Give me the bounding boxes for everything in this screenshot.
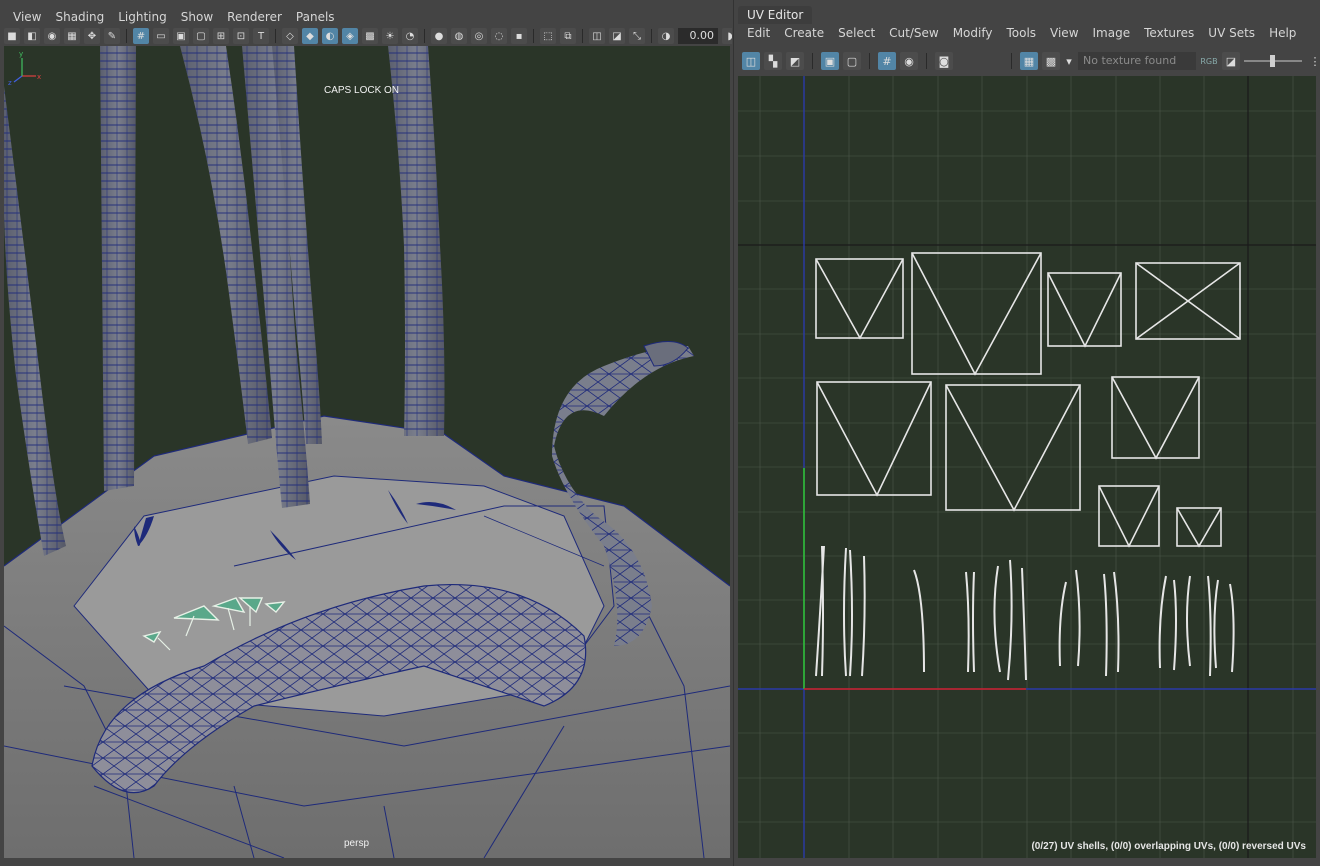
scene-render	[4, 46, 730, 858]
exposure-field[interactable]: 0.00	[678, 28, 718, 44]
film-gate-icon[interactable]: ▭	[153, 28, 169, 44]
uv-menu-image[interactable]: Image	[1086, 26, 1138, 40]
texture-dropdown[interactable]: No texture found	[1078, 52, 1196, 70]
xray-joints-icon[interactable]: ◫	[589, 28, 605, 44]
uv-editor-panel: UV Editor Edit Create Select Cut/Sew Mod…	[736, 0, 1320, 866]
menu-panels[interactable]: Panels	[289, 10, 342, 24]
depth-of-field-icon[interactable]: ◌	[491, 28, 507, 44]
uv-component-icon[interactable]: ▚	[764, 52, 782, 70]
select-camera-icon[interactable]: ■	[4, 28, 20, 44]
xray-icon[interactable]: ⧉	[560, 28, 576, 44]
camera-name-label: persp	[344, 838, 370, 849]
uv-layout	[738, 76, 1316, 858]
uv-image-display-icon[interactable]: ▦	[1020, 52, 1038, 70]
isolate-select-icon[interactable]: ⬚	[540, 28, 556, 44]
uv-texture-borders-icon[interactable]: ▢	[843, 52, 861, 70]
uv-menu-modify[interactable]: Modify	[946, 26, 1000, 40]
motion-blur-icon[interactable]: ◍	[451, 28, 467, 44]
smooth-shade-icon[interactable]: ◆	[302, 28, 318, 44]
safe-title-icon[interactable]: T	[253, 28, 269, 44]
use-all-lights-icon[interactable]: ☀	[382, 28, 398, 44]
gamma-icon[interactable]: ◗	[722, 28, 732, 44]
menu-view[interactable]: View	[6, 10, 48, 24]
uv-menu-cut-sew[interactable]: Cut/Sew	[882, 26, 946, 40]
viewport-panel: View Shading Lighting Show Renderer Pane…	[0, 0, 734, 866]
xray-active-icon[interactable]: ◪	[609, 28, 625, 44]
image-plane-icon[interactable]: ▦	[64, 28, 80, 44]
caps-lock-indicator: CAPS LOCK ON	[324, 85, 400, 96]
uv-menu-tools[interactable]: Tools	[999, 26, 1043, 40]
grease-pencil-icon[interactable]: ✎	[104, 28, 120, 44]
menu-renderer[interactable]: Renderer	[220, 10, 289, 24]
chevron-down-icon[interactable]: ▾	[1064, 52, 1074, 70]
svg-text:y: y	[19, 50, 23, 58]
uv-status-readout: (0/27) UV shells, (0/0) overlapping UVs,…	[1031, 841, 1306, 852]
uv-grid-icon[interactable]: #	[878, 52, 896, 70]
menu-lighting[interactable]: Lighting	[111, 10, 174, 24]
uv-checker-icon[interactable]: ▩	[1042, 52, 1060, 70]
exposure-icon[interactable]: ◑	[658, 28, 674, 44]
field-chart-icon[interactable]: ⊞	[213, 28, 229, 44]
uv-editor-tab[interactable]: UV Editor	[738, 6, 813, 24]
uv-shell-mode-icon[interactable]: ◫	[742, 52, 760, 70]
brightness-slider[interactable]	[1244, 52, 1302, 70]
camera-attributes-icon[interactable]: ◧	[24, 28, 40, 44]
perspective-viewport[interactable]: CAPS LOCK ON persp x y z	[4, 46, 730, 858]
shadows-icon[interactable]: ◔	[402, 28, 418, 44]
svg-text:x: x	[37, 73, 41, 81]
uv-menu-textures[interactable]: Textures	[1137, 26, 1201, 40]
uv-editor-titlebar: UV Editor	[738, 6, 1318, 24]
uv-menu-help[interactable]: Help	[1262, 26, 1303, 40]
screen-space-ao-icon[interactable]: ●	[431, 28, 447, 44]
uv-menu-select[interactable]: Select	[831, 26, 882, 40]
grid-icon[interactable]: #	[133, 28, 149, 44]
wireframe-icon[interactable]: ◇	[282, 28, 298, 44]
two-d-pan-icon[interactable]: ✥	[84, 28, 100, 44]
uv-menu-uv-sets[interactable]: UV Sets	[1201, 26, 1262, 40]
rgb-channels-icon[interactable]: RGB	[1200, 52, 1218, 70]
uv-shaded-icon[interactable]: ▣	[821, 52, 839, 70]
uv-canvas[interactable]: (0/27) UV shells, (0/0) overlapping UVs,…	[738, 76, 1316, 858]
uv-menu-edit[interactable]: Edit	[740, 26, 777, 40]
panel-more-icon[interactable]: ⋮	[1306, 52, 1320, 70]
axis-gizmo-icon: x y z	[8, 50, 41, 86]
backface-icon[interactable]: ⤡	[629, 28, 645, 44]
hud-toggle-icon[interactable]: ▪	[511, 28, 527, 44]
resolution-gate-icon[interactable]: ▣	[173, 28, 189, 44]
anti-aliasing-icon[interactable]: ◎	[471, 28, 487, 44]
uv-menu-create[interactable]: Create	[777, 26, 831, 40]
uv-snapshot-icon[interactable]: ◙	[935, 52, 953, 70]
uv-distortion-icon[interactable]: ◉	[900, 52, 918, 70]
bookmarks-icon[interactable]: ◉	[44, 28, 60, 44]
uv-editor-menubar: Edit Create Select Cut/Sew Modify Tools …	[740, 24, 1316, 42]
maya-window: View Shading Lighting Show Renderer Pane…	[0, 0, 1320, 866]
menu-show[interactable]: Show	[174, 10, 220, 24]
menu-shading[interactable]: Shading	[48, 10, 111, 24]
uv-editor-toolbar: ◫ ▚ ◩ ▣ ▢ # ◉ ◙ ▦ ▩ ▾ No texture found R…	[742, 50, 1320, 72]
uv-menu-view[interactable]: View	[1043, 26, 1085, 40]
svg-text:z: z	[8, 79, 12, 86]
default-material-icon[interactable]: ◐	[322, 28, 338, 44]
viewport-toolbar: ■ ◧ ◉ ▦ ✥ ✎ # ▭ ▣ ▢ ⊞ ⊡ T ◇ ◆ ◐ ◈ ▩ ☀ ◔ …	[4, 27, 732, 45]
uv-shading-icon[interactable]: ◩	[786, 52, 804, 70]
safe-action-icon[interactable]: ⊡	[233, 28, 249, 44]
image-preview-icon[interactable]: ◪	[1222, 52, 1240, 70]
textured-icon[interactable]: ▩	[362, 28, 378, 44]
wireframe-on-shaded-icon[interactable]: ◈	[342, 28, 358, 44]
viewport-menubar: View Shading Lighting Show Renderer Pane…	[0, 8, 734, 26]
gate-mask-icon[interactable]: ▢	[193, 28, 209, 44]
